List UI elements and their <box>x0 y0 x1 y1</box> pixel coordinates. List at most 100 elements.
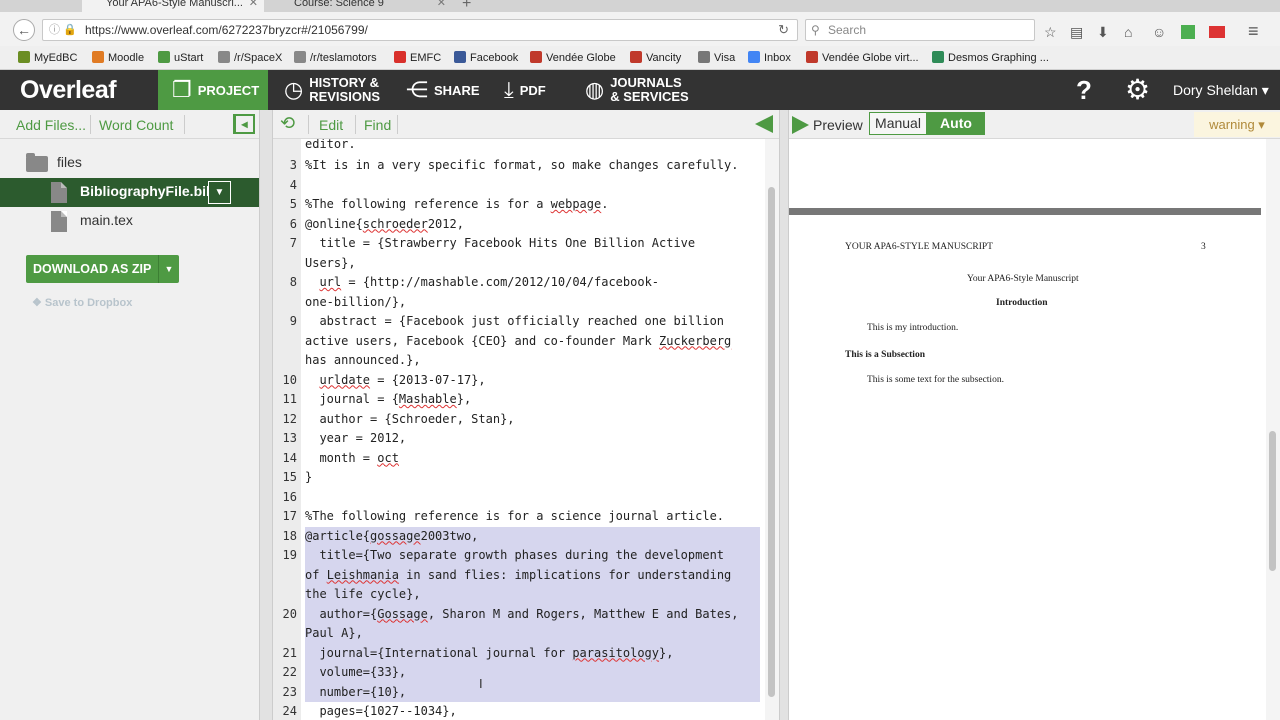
back-icon[interactable]: ← <box>13 19 35 41</box>
toggle-pane-icon[interactable] <box>755 115 773 133</box>
nav-history[interactable]: ◷ HISTORY & REVISIONS <box>284 70 380 110</box>
search-input[interactable]: ⚲ Search <box>805 19 1035 41</box>
browser-toolbar: ← ⓘ 🔒 https://www.overleaf.com/6272237br… <box>0 12 1280 46</box>
overleaf-logo[interactable]: Overleaf <box>20 76 117 105</box>
preview-scrollbar[interactable] <box>1266 139 1280 720</box>
bookmark-star-icon[interactable]: ☆ <box>1044 24 1057 41</box>
line-number: 13 <box>282 431 297 445</box>
bookmark-item[interactable]: /r/teslamotors <box>294 51 377 64</box>
code-line: editor. <box>305 139 356 151</box>
pdf-running-head: YOUR APA6-STYLE MANUSCRIPT <box>845 242 993 252</box>
download-zip-label: DOWNLOAD AS ZIP <box>33 262 152 276</box>
download-icon[interactable]: ⬇ <box>1097 24 1109 41</box>
editor-scrollbar[interactable] <box>765 139 779 720</box>
favicon-icon <box>394 51 406 63</box>
recompile-button[interactable]: Preview <box>792 116 863 134</box>
bookmark-item[interactable]: uStart <box>158 51 203 64</box>
reload-icon[interactable]: ↻ <box>778 20 789 40</box>
line-number: 23 <box>282 684 297 699</box>
auto-compile-toggle[interactable]: Auto <box>927 112 985 135</box>
sidebar-toolbar: Add Files... Word Count ◂ <box>0 110 259 139</box>
file-item-bibliography[interactable]: BibliographyFile.bib ▼ <box>0 178 259 207</box>
nav-journals[interactable]: ◍ JOURNALS & SERVICES <box>585 70 689 110</box>
chevron-down-icon[interactable]: ▼ <box>158 255 179 283</box>
home-icon[interactable]: ⌂ <box>1124 24 1132 40</box>
user-menu[interactable]: Dory Sheldan ▾ <box>1173 82 1269 99</box>
play-icon <box>792 116 809 134</box>
editor-preview-resizer[interactable] <box>779 110 789 720</box>
bookmark-item[interactable]: Vendée Globe <box>530 51 616 64</box>
bookmark-item[interactable]: Vancity <box>630 51 681 64</box>
folder-files[interactable]: files <box>0 149 259 178</box>
extension-icon[interactable] <box>1181 25 1195 39</box>
pdf-viewer[interactable]: YOUR APA6-STYLE MANUSCRIPT 3 Your APA6-S… <box>789 139 1266 720</box>
line-number: 7 <box>289 236 297 250</box>
close-tab-icon[interactable]: ✕ <box>437 0 446 12</box>
pdf-page-number: 3 <box>1201 242 1206 252</box>
code-text: of <box>305 567 327 582</box>
misspelled-word: oct <box>377 450 399 465</box>
history-icon[interactable]: ⟲ <box>280 113 295 134</box>
toolbar-divider <box>184 115 185 134</box>
warning-dropdown[interactable]: warning ▾ <box>1194 112 1280 137</box>
nav-project-label: PROJECT <box>197 82 260 98</box>
scrollbar-thumb[interactable] <box>768 187 775 697</box>
toolbar-divider <box>90 115 91 134</box>
code-line: one-billion/}, <box>305 295 406 309</box>
file-item-main[interactable]: main.tex <box>0 207 259 236</box>
file-menu-button[interactable]: ▼ <box>208 181 231 204</box>
edit-menu[interactable]: Edit <box>319 117 343 133</box>
code-text: title = {Strawberry Facebook Hits One Bi… <box>305 236 696 250</box>
code-text: %The following reference is for a <box>305 197 551 211</box>
nav-project[interactable]: ❐ PROJECT <box>158 70 268 110</box>
misspelled-word: schroeder <box>362 216 428 231</box>
favicon-icon <box>530 51 542 63</box>
chat-icon[interactable]: ☺ <box>1152 24 1166 40</box>
add-files-button[interactable]: Add Files... <box>16 117 86 133</box>
scrollbar-thumb[interactable] <box>1269 431 1276 571</box>
code-text: journal={International journal for <box>305 645 573 660</box>
bookmark-item[interactable]: Visa <box>698 51 735 64</box>
site-info-icon[interactable]: ⓘ 🔒 <box>49 20 77 40</box>
code-line: journal={International journal for paras… <box>305 646 673 660</box>
line-number: 10 <box>282 372 297 387</box>
collapse-sidebar-icon[interactable]: ◂ <box>233 114 255 134</box>
misspelled-word: Leishmania <box>326 567 399 582</box>
help-icon[interactable]: ? <box>1076 75 1092 106</box>
bookmark-item[interactable]: Vendée Globe virt... <box>806 51 919 64</box>
code-editor[interactable]: I editor. %It is in a very specific forma… <box>301 139 765 720</box>
bookmark-item[interactable]: EMFC <box>394 51 441 64</box>
gear-icon[interactable]: ⚙ <box>1125 73 1150 106</box>
bookmark-item[interactable]: /r/SpaceX <box>218 51 282 64</box>
nav-share[interactable]: ⋲ SHARE <box>406 70 480 110</box>
browser-tab[interactable]: Course: Science 9 ✕ <box>270 0 452 12</box>
code-line: month = oct <box>305 451 399 465</box>
bookmark-item[interactable]: Desmos Graphing ... <box>932 51 1049 64</box>
menu-icon[interactable]: ≡ <box>1248 21 1259 42</box>
find-button[interactable]: Find <box>364 117 391 133</box>
search-icon: ⚲ <box>811 23 820 37</box>
new-tab-button[interactable]: + <box>462 0 471 12</box>
dropbox-label: Save to Dropbox <box>44 297 133 309</box>
manual-compile-toggle[interactable]: Manual <box>869 112 927 135</box>
bookmark-item[interactable]: Facebook <box>454 51 518 64</box>
bookmark-label: /r/SpaceX <box>234 52 283 64</box>
word-count-button[interactable]: Word Count <box>99 117 173 133</box>
browser-tab-active[interactable]: Your APA6-Style Manuscri... ✕ <box>82 0 264 12</box>
toolbar-divider <box>308 115 309 134</box>
download-zip-button[interactable]: DOWNLOAD AS ZIP ▼ <box>26 255 179 283</box>
bookmark-item[interactable]: Moodle <box>92 51 144 64</box>
bookmark-item[interactable]: MyEdBC <box>18 51 77 64</box>
misspelled-word: gossage <box>370 528 421 543</box>
reading-list-icon[interactable]: ▤ <box>1070 24 1083 41</box>
file-label: main.tex <box>80 212 133 228</box>
line-number: 4 <box>289 177 297 192</box>
bookmark-item[interactable]: Inbox <box>748 51 791 64</box>
nav-pdf[interactable]: ⤓ PDF <box>504 70 546 110</box>
code-text: , Sharon M and Rogers, Matthew E and Bat… <box>427 606 739 621</box>
address-bar[interactable]: ⓘ 🔒 https://www.overleaf.com/6272237bryz… <box>42 19 798 41</box>
extension-icon[interactable] <box>1209 26 1225 38</box>
save-to-dropbox-button[interactable]: ❖ Save to Dropbox <box>32 296 132 309</box>
close-tab-icon[interactable]: ✕ <box>249 0 258 12</box>
